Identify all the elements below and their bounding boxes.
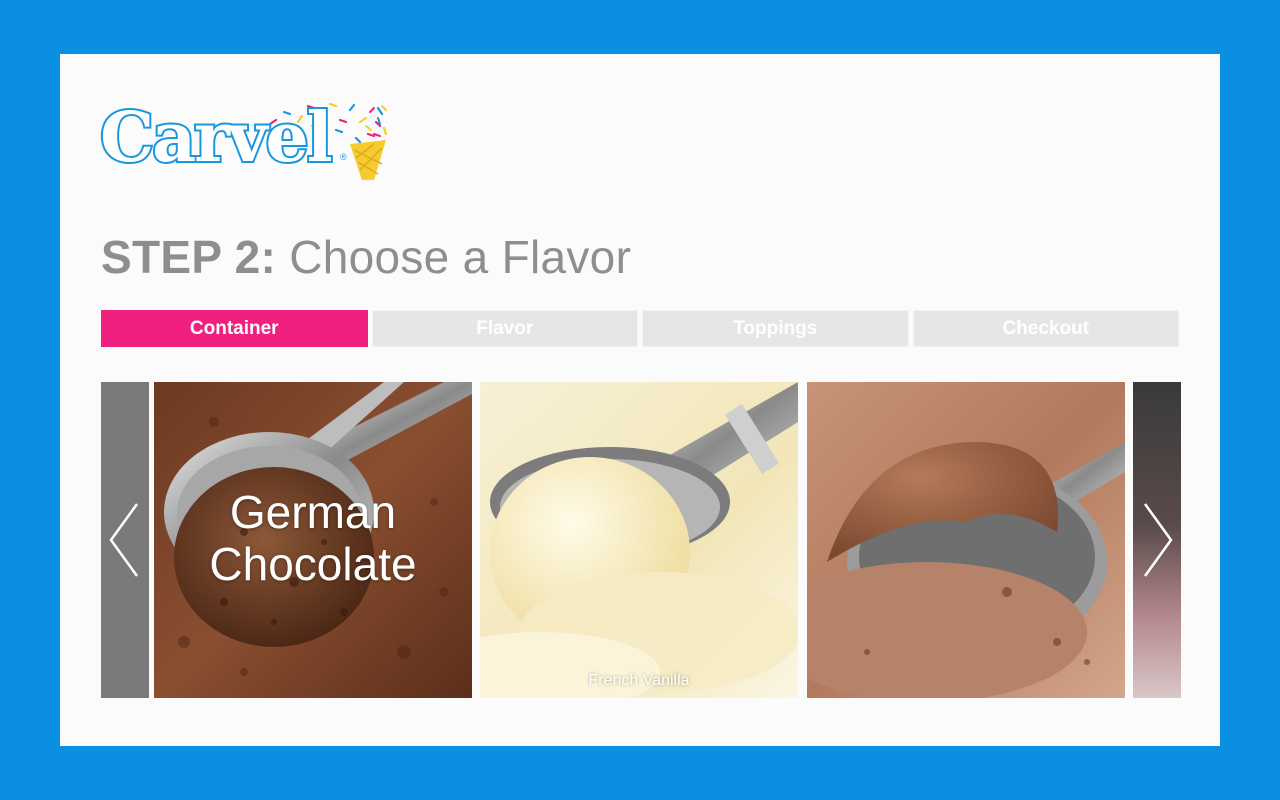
carousel-next-button[interactable] bbox=[1133, 382, 1181, 698]
flavor-carousel: German Chocolate French Vanilla bbox=[101, 382, 1181, 698]
step-flavor[interactable]: Flavor bbox=[371, 310, 638, 347]
carousel-prev-button[interactable] bbox=[101, 382, 149, 698]
milk-chocolate-scoop-image bbox=[807, 382, 1125, 698]
chevron-right-icon bbox=[1143, 503, 1173, 577]
step-toppings[interactable]: Toppings bbox=[642, 310, 909, 347]
kiosk-card: Carvel ® STEP 2: Choose a Flavor Contain… bbox=[60, 54, 1220, 746]
chevron-left-icon bbox=[109, 503, 139, 577]
flavor-tile-chocolate[interactable] bbox=[807, 382, 1125, 698]
ice-cream-cone-icon bbox=[350, 105, 387, 180]
flavor-tile-french-vanilla[interactable]: French Vanilla bbox=[480, 382, 798, 698]
flavor-label-french-vanilla: French Vanilla bbox=[588, 672, 690, 689]
step-container[interactable]: Container bbox=[101, 310, 368, 347]
flavor-label-line1: German bbox=[229, 486, 397, 538]
page-title: STEP 2: Choose a Flavor bbox=[101, 230, 631, 284]
step-checkout[interactable]: Checkout bbox=[912, 310, 1179, 347]
flavor-label-line2: Chocolate bbox=[209, 538, 417, 590]
progress-steps: Container Flavor Toppings Checkout bbox=[101, 310, 1179, 347]
flavor-label-german-chocolate: German Chocolate bbox=[154, 486, 472, 590]
vanilla-scoop-image bbox=[480, 382, 798, 698]
title-step: STEP 2: bbox=[101, 231, 277, 283]
title-text: Choose a Flavor bbox=[276, 231, 632, 283]
logo-wordmark: Carvel bbox=[98, 98, 335, 178]
flavor-tile-german-chocolate[interactable]: German Chocolate bbox=[154, 382, 472, 698]
carvel-logo: Carvel ® bbox=[98, 98, 390, 192]
